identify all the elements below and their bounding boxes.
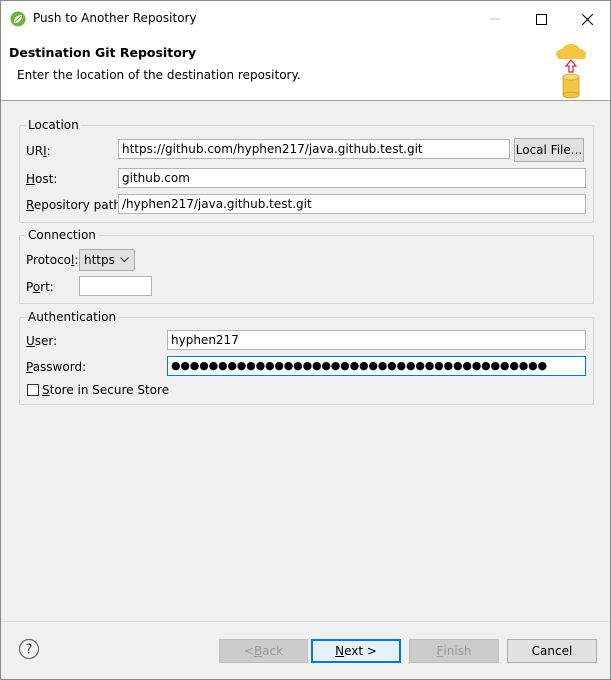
authentication-group-label: Authentication bbox=[26, 310, 119, 324]
minimize-button[interactable] bbox=[472, 1, 518, 37]
maximize-icon bbox=[535, 13, 547, 25]
repository-path-input[interactable]: /hyphen217/java.github.test.git bbox=[118, 194, 586, 214]
git-push-cloud-icon bbox=[549, 37, 610, 100]
user-label: User: bbox=[26, 334, 58, 348]
finish-button[interactable]: Finish bbox=[409, 639, 499, 663]
page-description: Enter the location of the destination re… bbox=[17, 68, 301, 82]
dialog-window: Push to Another Repository Destination G… bbox=[0, 0, 611, 680]
help-icon[interactable]: ? bbox=[18, 638, 40, 660]
host-label: Host: bbox=[26, 172, 58, 186]
next-button[interactable]: Next > bbox=[311, 639, 401, 663]
store-secure-checkbox[interactable] bbox=[27, 384, 39, 396]
port-label: Port: bbox=[26, 280, 54, 294]
local-file-button[interactable]: Local File... bbox=[514, 138, 584, 162]
uri-label: URI: bbox=[26, 144, 51, 158]
connection-group-label: Connection bbox=[26, 228, 98, 242]
close-icon bbox=[581, 13, 593, 25]
page-title: Destination Git Repository bbox=[9, 45, 197, 60]
store-secure-label[interactable]: Store in Secure Store bbox=[42, 383, 169, 397]
window-title: Push to Another Repository bbox=[33, 11, 197, 25]
protocol-label: Protocol: bbox=[26, 253, 79, 267]
back-button[interactable]: < Back bbox=[219, 639, 308, 663]
chevron-down-icon bbox=[120, 257, 129, 263]
close-window-button[interactable] bbox=[564, 1, 610, 37]
spring-leaf-icon bbox=[10, 11, 26, 27]
host-input[interactable]: github.com bbox=[118, 168, 586, 188]
password-label: Password: bbox=[26, 360, 87, 374]
user-input[interactable]: hyphen217 bbox=[167, 330, 586, 350]
cancel-button[interactable]: Cancel bbox=[507, 639, 597, 663]
title-bar[interactable]: Push to Another Repository bbox=[1, 1, 610, 37]
svg-text:?: ? bbox=[26, 643, 33, 658]
port-input[interactable] bbox=[79, 276, 152, 296]
maximize-button[interactable] bbox=[518, 1, 564, 37]
password-input[interactable]: ●●●●●●●●●●●●●●●●●●●●●●●●●●●●●●●●●●●●●●●● bbox=[167, 356, 586, 376]
minimize-icon bbox=[490, 18, 500, 20]
location-group-label: Location bbox=[26, 118, 81, 132]
uri-input[interactable]: https://github.com/hyphen217/java.github… bbox=[118, 139, 510, 159]
protocol-select[interactable]: https bbox=[79, 249, 135, 271]
protocol-selected-value: https bbox=[84, 253, 115, 267]
repository-path-label: Repository path: bbox=[26, 198, 125, 212]
footer-separator bbox=[1, 621, 610, 622]
wizard-header: Destination Git Repository Enter the loc… bbox=[1, 37, 610, 101]
